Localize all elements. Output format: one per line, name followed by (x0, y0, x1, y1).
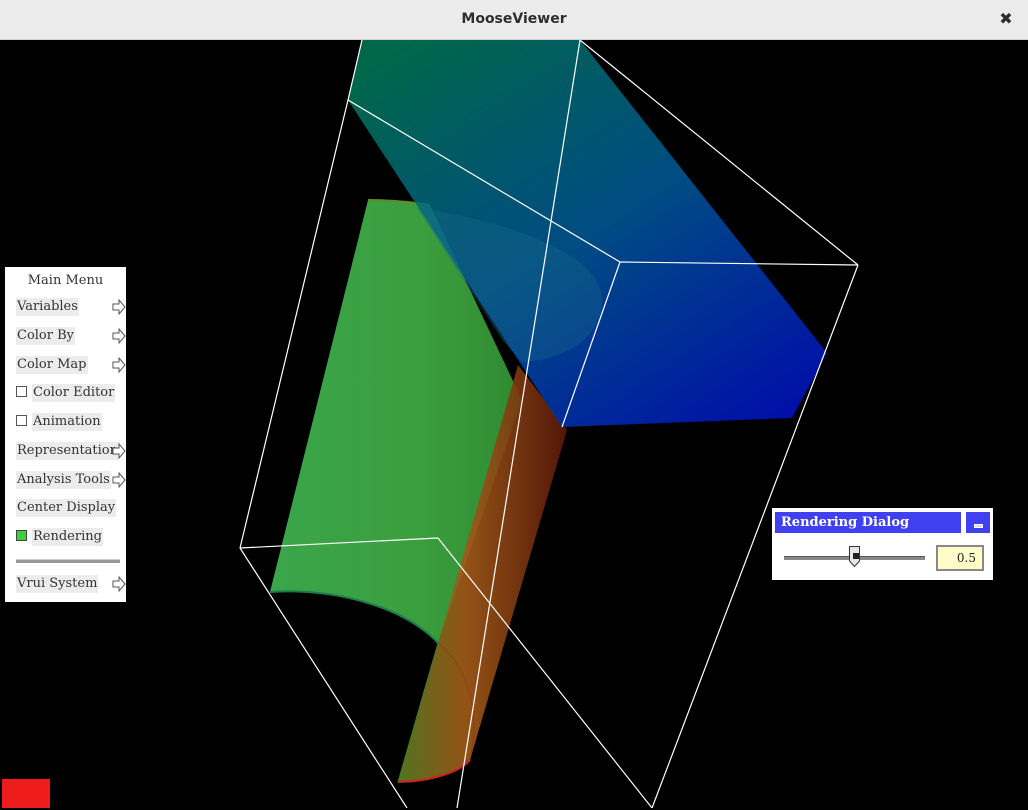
submenu-arrow-icon (112, 357, 126, 373)
opacity-value-field[interactable]: 0.5 (936, 545, 984, 571)
checkbox-checked[interactable] (16, 530, 27, 541)
menu-item-center-display[interactable]: Center Display (16, 499, 117, 517)
dialog-title[interactable]: Rendering Dialog (775, 512, 961, 533)
submenu-arrow-icon (112, 299, 126, 315)
menu-separator (16, 559, 120, 563)
checkbox[interactable] (16, 386, 27, 397)
menu-item-color-by[interactable]: Color By (16, 327, 126, 345)
menu-item-variables[interactable]: Variables (16, 298, 126, 316)
checkbox[interactable] (16, 415, 27, 426)
menu-item-analysis-tools[interactable]: Analysis Tools (16, 471, 126, 489)
menu-item-label: Rendering (32, 528, 103, 546)
menu-item-label: Color By (16, 327, 76, 345)
minimize-button[interactable] (966, 512, 990, 533)
scene-render (239, 40, 859, 808)
title-bar: MooseViewer ✖ (0, 0, 1028, 40)
submenu-arrow-icon (112, 576, 126, 592)
status-indicator (2, 779, 50, 808)
menu-item-rendering[interactable]: Rendering (16, 528, 103, 546)
opacity-slider-thumb[interactable] (849, 546, 860, 567)
menu-item-label: Variables (16, 298, 79, 316)
submenu-arrow-icon (112, 472, 126, 488)
minimize-icon (974, 524, 983, 528)
menu-item-label: Animation (32, 413, 102, 431)
close-icon[interactable]: ✖ (998, 9, 1014, 29)
rendering-dialog: Rendering Dialog 0.5 (772, 508, 993, 580)
menu-item-representation[interactable]: Representation (16, 442, 126, 460)
3d-viewport[interactable] (2, 40, 1026, 808)
main-menu: Main Menu Variables Color By Color Map C… (5, 267, 126, 602)
window-title: MooseViewer (461, 11, 567, 27)
menu-item-animation[interactable]: Animation (16, 413, 102, 431)
submenu-arrow-icon (112, 443, 126, 459)
menu-item-vrui-system[interactable]: Vrui System (16, 575, 126, 593)
submenu-arrow-icon (112, 328, 126, 344)
menu-item-color-map[interactable]: Color Map (16, 356, 126, 374)
menu-item-label: Representation (16, 442, 120, 460)
app-window: MooseViewer ✖ Main Menu Variables Color … (0, 0, 1028, 810)
main-menu-title: Main Menu (27, 273, 104, 288)
menu-item-color-editor[interactable]: Color Editor (16, 384, 116, 402)
menu-item-label: Center Display (16, 499, 117, 517)
menu-item-label: Analysis Tools (16, 471, 111, 489)
menu-item-label: Color Map (16, 356, 88, 374)
menu-item-label: Color Editor (32, 384, 116, 402)
menu-item-label: Vrui System (16, 575, 99, 593)
